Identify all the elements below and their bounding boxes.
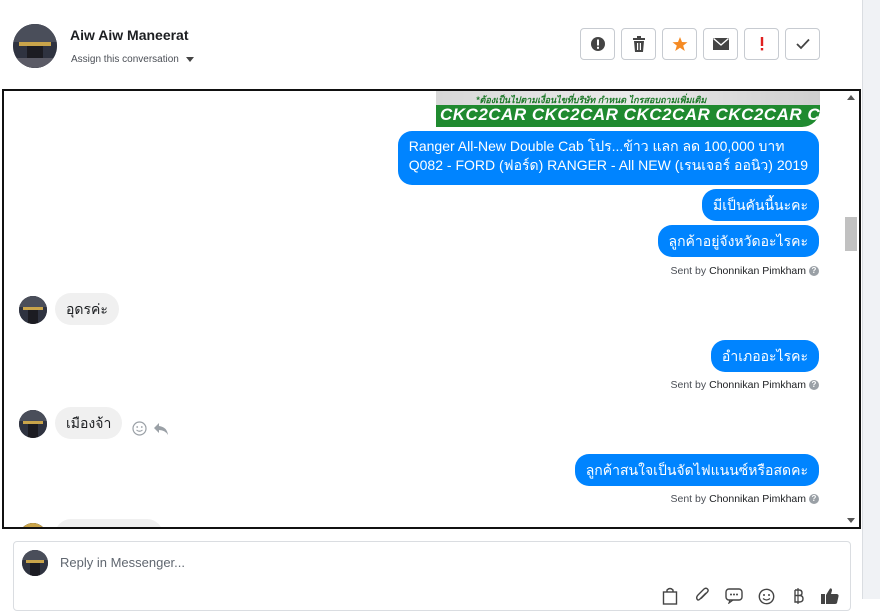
- mark-unread-button[interactable]: [703, 28, 738, 60]
- sent-by-label: Sent by Chonnikan Pimkham ?: [670, 493, 819, 505]
- emoji-icon[interactable]: [756, 586, 776, 606]
- exclamation-icon: [760, 37, 763, 51]
- baht-icon[interactable]: [788, 586, 808, 606]
- outgoing-message[interactable]: ลูกค้าสนใจเป็นจัดไฟแนนซ์หรือสดคะ: [574, 454, 819, 486]
- bag-icon[interactable]: [660, 586, 680, 606]
- reply-input[interactable]: [58, 554, 622, 571]
- reply-arrow-icon[interactable]: [153, 422, 169, 436]
- message-line: Q082 - FORD (ฟอร์ด) RANGER - All NEW (เร…: [408, 157, 808, 173]
- sent-by-prefix: Sent by: [670, 379, 707, 391]
- help-icon[interactable]: ?: [809, 266, 819, 276]
- contact-avatar-small[interactable]: [19, 296, 47, 324]
- sent-by-prefix: Sent by: [670, 265, 707, 277]
- sent-by-label: Sent by Chonnikan Pimkham ?: [670, 265, 819, 277]
- message-actions: [132, 421, 169, 436]
- page-avatar: [22, 550, 48, 576]
- assign-label: Assign this conversation: [71, 54, 179, 65]
- outgoing-message[interactable]: ลูกค้าอยู่จังหวัดอะไรคะ: [657, 225, 819, 257]
- follow-up-button[interactable]: [744, 28, 779, 60]
- mark-done-button[interactable]: [785, 28, 820, 60]
- thumbs-up-icon[interactable]: [820, 586, 840, 606]
- help-icon[interactable]: ?: [809, 380, 819, 390]
- sent-by-prefix: Sent by: [670, 493, 707, 505]
- mark-spam-button[interactable]: [580, 28, 615, 60]
- shared-image-banner[interactable]: *ต้องเป็นไปตามเงื่อนไขที่บริษัท กำหนด ไก…: [436, 91, 820, 127]
- trash-icon: [632, 36, 645, 52]
- agent-name: Chonnikan Pimkham: [709, 379, 806, 391]
- mail-icon: [712, 38, 729, 50]
- conversation-header: Aiw Aiw Maneerat Assign this conversatio…: [0, 0, 862, 90]
- contact-avatar-small[interactable]: [19, 523, 47, 527]
- saved-reply-icon[interactable]: [724, 586, 744, 606]
- contact-name: Aiw Aiw Maneerat: [70, 27, 189, 43]
- delete-button[interactable]: [621, 28, 656, 60]
- right-side-rail: [862, 0, 880, 599]
- thread-scrollbar[interactable]: [843, 91, 859, 527]
- scrollbar-thumb[interactable]: [845, 217, 857, 251]
- incoming-message[interactable]: เมืองจ้า: [55, 407, 123, 439]
- outgoing-message[interactable]: มีเป็นคันนี้นะคะ: [702, 189, 819, 221]
- agent-name: Chonnikan Pimkham: [709, 493, 806, 505]
- reply-composer: [13, 541, 851, 611]
- message-thread[interactable]: *ต้องเป็นไปตามเงื่อนไขที่บริษัท กำหนด ไก…: [2, 89, 861, 529]
- outgoing-message[interactable]: อำเภออะไรคะ: [710, 340, 819, 372]
- help-icon[interactable]: ?: [809, 494, 819, 504]
- assign-conversation-dropdown[interactable]: Assign this conversation: [71, 54, 194, 65]
- caret-down-icon: [185, 57, 194, 62]
- star-button[interactable]: [662, 28, 697, 60]
- banner-watermark-text: CKC2CAR CKC2CAR CKC2CAR CKC2CAR CKC2: [440, 105, 820, 124]
- agent-name: Chonnikan Pimkham: [709, 265, 806, 277]
- conversation-toolbar: [580, 28, 820, 60]
- outgoing-message[interactable]: Ranger All-New Double Cab โปร...ข้าว แลก…: [397, 131, 819, 185]
- scroll-up-arrow-icon[interactable]: [847, 95, 855, 100]
- incoming-message-partial[interactable]: [55, 519, 163, 527]
- scroll-down-arrow-icon[interactable]: [847, 518, 855, 523]
- contact-avatar-small[interactable]: [19, 410, 47, 438]
- composer-icons: [660, 586, 840, 606]
- info-icon: [590, 37, 605, 51]
- incoming-message[interactable]: อุดรค่ะ: [55, 293, 119, 325]
- sent-by-label: Sent by Chonnikan Pimkham ?: [670, 379, 819, 391]
- react-emoji-icon[interactable]: [132, 421, 147, 436]
- paperclip-icon[interactable]: [692, 586, 712, 606]
- contact-avatar[interactable]: [13, 24, 57, 68]
- star-icon: [672, 37, 687, 51]
- message-line: Ranger All-New Double Cab โปร...ข้าว แลก…: [408, 138, 785, 154]
- check-icon: [795, 38, 810, 50]
